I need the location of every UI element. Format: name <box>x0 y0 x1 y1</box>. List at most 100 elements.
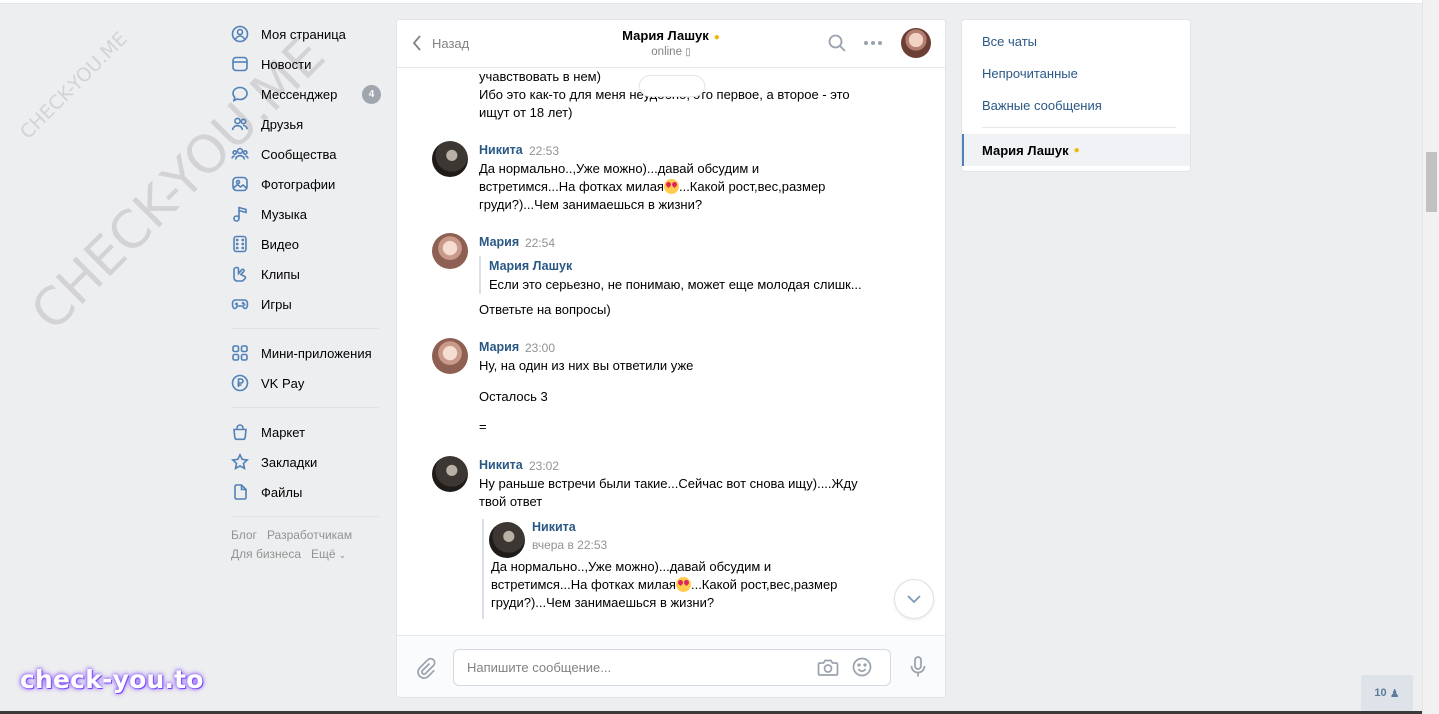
forward-text-part: встретимся...На фотках милая <box>491 577 676 592</box>
nav-label: Сообщества <box>261 146 337 162</box>
nav-label: Клипы <box>261 266 300 282</box>
filter-all-chats[interactable]: Все чаты <box>982 34 1037 49</box>
forward-text: груди?)...Чем занимаешься в жизни? <box>491 595 715 610</box>
smile-icon[interactable] <box>851 656 873 678</box>
nav-files[interactable]: Файлы <box>231 477 381 507</box>
chat-panel: Назад Мария Лашук ● online ▯ учавствовать… <box>396 19 946 698</box>
message-icon <box>231 85 249 103</box>
filter-important[interactable]: Важные сообщения <box>982 98 1102 113</box>
nav-mini-apps[interactable]: Мини-приложения <box>231 338 381 368</box>
message-history[interactable]: учавствовать в нем) Ибо это как-то для м… <box>397 68 945 637</box>
file-icon <box>231 483 249 501</box>
attach-icon[interactable] <box>415 657 437 679</box>
message-text: Ну раньше встречи были такие...Сейчас во… <box>479 476 858 491</box>
chevron-down-icon <box>907 595 921 603</box>
chat-contact-avatar[interactable] <box>901 28 931 58</box>
user-circle-icon <box>231 25 249 43</box>
forward-author[interactable]: Никита <box>532 520 576 534</box>
chat-header-actions <box>813 28 931 58</box>
nav-clips[interactable]: Клипы <box>231 259 381 289</box>
footer-business-link[interactable]: Для бизнеса <box>231 547 301 561</box>
message-text: = <box>479 419 487 434</box>
search-icon[interactable] <box>825 31 849 55</box>
gamepad-icon <box>231 295 249 313</box>
message-text: твой ответ <box>479 494 543 509</box>
nav-divider <box>231 407 379 408</box>
nav-vk-pay[interactable]: VK Pay <box>231 368 381 398</box>
message-time[interactable]: 22:53 <box>529 144 559 158</box>
footer-blog-link[interactable]: Блог <box>231 528 257 542</box>
online-count-value: 10 <box>1374 687 1387 699</box>
chick-emoji-icon: ● <box>1073 144 1080 156</box>
nav-photos[interactable]: Фотографии <box>231 169 381 199</box>
left-sidebar: Моя страница Новости Мессенджер 4 Друзья… <box>231 19 381 565</box>
camera-icon[interactable] <box>817 656 839 678</box>
message-text: Ну, на один из них вы ответили уже <box>479 358 694 373</box>
music-icon <box>231 205 249 223</box>
date-divider <box>639 75 705 97</box>
avatar[interactable] <box>432 456 468 492</box>
friends-icon <box>231 115 249 133</box>
nav-bookmarks[interactable]: Закладки <box>231 447 381 477</box>
active-chat-name: Мария Лашук <box>982 142 1069 158</box>
back-button[interactable]: Назад <box>411 34 469 52</box>
message-author[interactable]: Мария <box>479 340 519 354</box>
reply-text[interactable]: Если это серьезно, не понимаю, может еще… <box>489 276 862 294</box>
message-text: Да нормально..,Уже можно)...давай обсуди… <box>479 161 760 176</box>
footer-dev-link[interactable]: Разработчикам <box>267 528 352 542</box>
nav-label: Маркет <box>261 424 306 440</box>
message-text: ищут от 18 лет) <box>479 105 573 120</box>
nav-label: Мини-приложения <box>261 345 372 361</box>
nav-label: VK Pay <box>261 375 305 391</box>
mobile-icon: ▯ <box>685 47 691 58</box>
communities-icon <box>231 145 249 163</box>
avatar[interactable] <box>432 141 468 177</box>
video-icon <box>231 235 249 253</box>
photo-icon <box>231 175 249 193</box>
nav-label: Друзья <box>261 116 304 132</box>
avatar[interactable] <box>432 338 468 374</box>
message-author[interactable]: Никита <box>479 458 523 472</box>
chat-contact-name[interactable]: Мария Лашук <box>622 28 709 43</box>
message-author[interactable]: Никита <box>479 143 523 157</box>
message-time[interactable]: 23:00 <box>525 341 555 355</box>
message-time[interactable]: 22:54 <box>525 236 555 250</box>
forward-time[interactable]: вчера в 22:53 <box>532 538 607 552</box>
vkpay-icon <box>231 374 249 392</box>
chevron-down-icon: ⌄ <box>338 550 347 560</box>
reply-author[interactable]: Мария Лашук <box>489 259 572 273</box>
nav-news[interactable]: Новости <box>231 49 381 79</box>
nav-music[interactable]: Музыка <box>231 199 381 229</box>
forward-avatar[interactable] <box>489 522 525 558</box>
message-text: груди?)...Чем занимаешься в жизни? <box>479 197 703 212</box>
star-icon <box>231 453 249 471</box>
scrollbar-thumb[interactable] <box>1426 152 1437 212</box>
online-friends-counter[interactable]: 10 ♟ <box>1361 675 1413 711</box>
forward-text-part: ...Какой рост,вес,размер <box>690 577 838 592</box>
nav-label: Мессенджер <box>261 86 338 102</box>
avatar[interactable] <box>432 233 468 269</box>
nav-games[interactable]: Игры <box>231 289 381 319</box>
nav-label: Закладки <box>261 454 318 470</box>
message-time[interactable]: 23:02 <box>529 459 559 473</box>
heart-eyes-emoji-icon <box>663 179 679 194</box>
footer-more-link[interactable]: Ещё ⌄ <box>311 547 346 561</box>
more-icon[interactable] <box>861 31 885 55</box>
filter-divider <box>982 127 1176 128</box>
message-author[interactable]: Мария <box>479 235 519 249</box>
message-text: встретимся...На фотках милая ...Какой рос… <box>479 178 825 196</box>
chat-header: Назад Мария Лашук ● online ▯ <box>397 20 945 68</box>
filter-unread[interactable]: Непрочитанные <box>982 66 1078 81</box>
nav-friends[interactable]: Друзья <box>231 109 381 139</box>
message-text: Ответьте на вопросы) <box>479 302 611 317</box>
nav-market[interactable]: Маркет <box>231 417 381 447</box>
message-text: учавствовать в нем) <box>479 69 601 84</box>
nav-my-page[interactable]: Моя страница <box>231 19 381 49</box>
active-chat-item[interactable]: Мария Лашук ● <box>962 134 1190 166</box>
nav-communities[interactable]: Сообщества <box>231 139 381 169</box>
page-scrollbar[interactable] <box>1422 0 1439 714</box>
scroll-to-bottom-button[interactable] <box>894 579 934 619</box>
nav-video[interactable]: Видео <box>231 229 381 259</box>
nav-messenger[interactable]: Мессенджер 4 <box>231 79 381 109</box>
microphone-icon[interactable] <box>907 655 929 679</box>
